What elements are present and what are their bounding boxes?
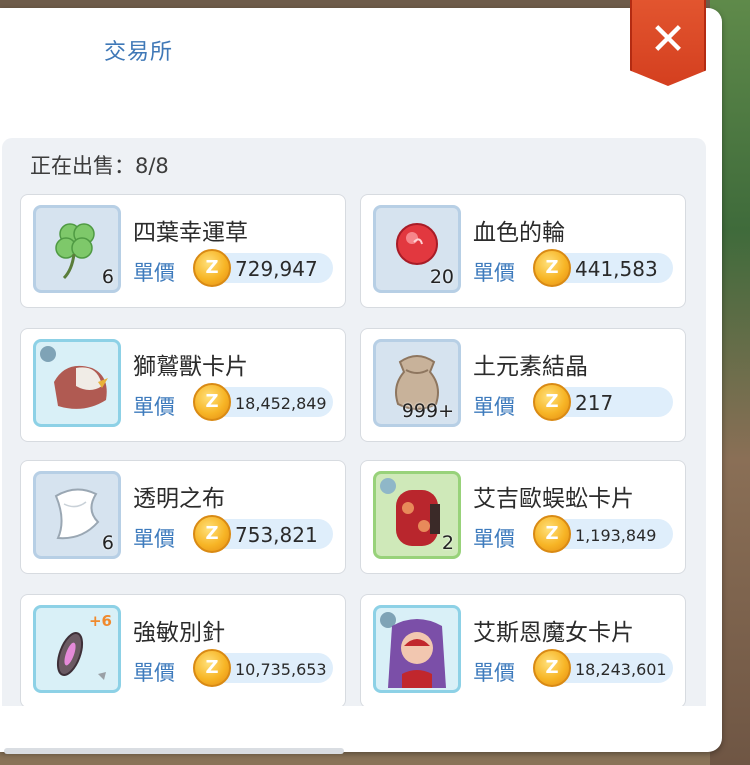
item-name: 艾吉歐蜈蚣卡片 — [473, 486, 634, 512]
zeny-coin-icon: Z — [533, 249, 571, 287]
unit-price-label: 單價 — [473, 527, 515, 551]
zeny-coin-icon: Z — [193, 249, 231, 287]
list-item[interactable]: 艾斯恩魔女卡片 單價 Z 18,243,601 — [360, 594, 686, 706]
unit-price-label: 單價 — [473, 261, 515, 285]
zeny-coin-icon: Z — [533, 383, 571, 421]
cloth-icon: 6 — [33, 471, 121, 559]
refine-level: +6 — [88, 612, 112, 630]
item-name: 土元素結晶 — [473, 354, 588, 380]
zeny-coin-icon: Z — [193, 649, 231, 687]
on-sale-count: 正在出售：8/8 — [30, 154, 169, 178]
unit-price-label: 單價 — [133, 661, 175, 685]
close-icon: ✕ — [649, 14, 687, 65]
item-name: 獅鷲獸卡片 — [133, 354, 248, 380]
list-item[interactable]: 2 艾吉歐蜈蚣卡片 單價 Z 1,193,849 — [360, 460, 686, 574]
zeny-coin-icon: Z — [533, 649, 571, 687]
zeny-coin-icon: Z — [533, 515, 571, 553]
item-name: 四葉幸運草 — [133, 220, 248, 246]
item-quantity: 6 — [101, 266, 114, 288]
item-price: 18,243,601 — [575, 660, 667, 679]
centipede-card-icon: 2 — [373, 471, 461, 559]
clover-icon: 6 — [33, 205, 121, 293]
item-price: 729,947 — [235, 257, 318, 281]
item-quantity: 999+ — [401, 400, 454, 422]
list-item[interactable]: 獅鷲獸卡片 單價 Z 18,452,849 — [20, 328, 346, 442]
item-name: 強敏別針 — [133, 620, 225, 646]
item-price: 18,452,849 — [235, 394, 327, 413]
unit-price-label: 單價 — [133, 395, 175, 419]
item-quantity: 20 — [429, 266, 454, 288]
item-quantity: 2 — [441, 532, 454, 554]
listing-area[interactable]: 正在出售：8/8 6 四葉幸運草 單價 Z 729,947 20 血色的輪 單價… — [2, 138, 706, 706]
close-button[interactable]: ✕ — [630, 0, 706, 86]
item-price: 10,735,653 — [235, 660, 327, 679]
zeny-coin-icon: Z — [193, 515, 231, 553]
brooch-icon: +6 — [33, 605, 121, 693]
item-quantity: 6 — [101, 532, 114, 554]
item-price: 441,583 — [575, 257, 658, 281]
exchange-panel: 交易所 正在出售：8/8 6 四葉幸運草 單價 Z 729,947 20 血色的… — [0, 8, 722, 754]
list-item[interactable]: 6 透明之布 單價 Z 753,821 — [20, 460, 346, 574]
list-item[interactable]: 999+ 土元素結晶 單價 Z 217 — [360, 328, 686, 442]
list-item[interactable]: 6 四葉幸運草 單價 Z 729,947 — [20, 194, 346, 308]
witch-card-icon — [373, 605, 461, 693]
item-price: 217 — [575, 391, 614, 415]
unit-price-label: 單價 — [473, 661, 515, 685]
list-item[interactable]: 20 血色的輪 單價 Z 441,583 — [360, 194, 686, 308]
item-price: 1,193,849 — [575, 526, 657, 545]
unit-price-label: 單價 — [133, 527, 175, 551]
red-orb-icon: 20 — [373, 205, 461, 293]
item-name: 血色的輪 — [473, 220, 565, 246]
sack-icon: 999+ — [373, 339, 461, 427]
item-name: 艾斯恩魔女卡片 — [473, 620, 634, 646]
unit-price-label: 單價 — [473, 395, 515, 419]
item-price: 753,821 — [235, 523, 318, 547]
item-name: 透明之布 — [133, 486, 225, 512]
unit-price-label: 單價 — [133, 261, 175, 285]
list-item[interactable]: +6 強敏別針 單價 Z 10,735,653 — [20, 594, 346, 706]
griffin-card-icon — [33, 339, 121, 427]
horizontal-scrollbar[interactable] — [4, 748, 344, 754]
page-title: 交易所 — [104, 40, 174, 65]
zeny-coin-icon: Z — [193, 383, 231, 421]
